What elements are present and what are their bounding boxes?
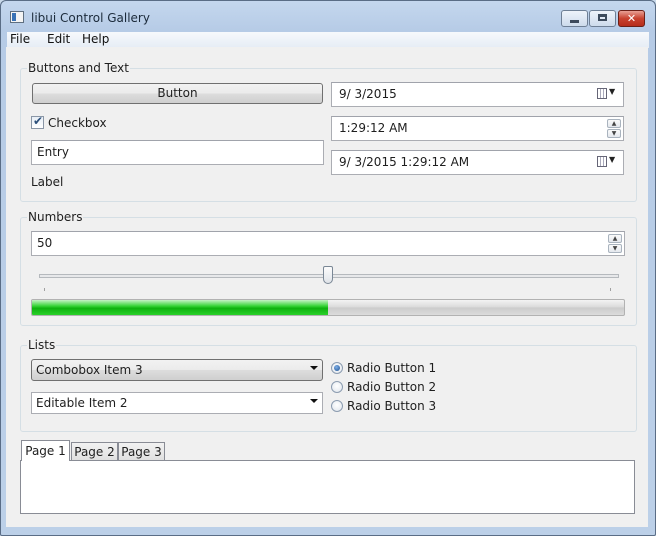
checkbox-label[interactable]: Checkbox <box>48 116 107 130</box>
group-label-lists: Lists <box>27 338 57 352</box>
calendar-icon[interactable] <box>597 156 607 167</box>
radio-button-1[interactable] <box>331 362 343 374</box>
title-bar[interactable]: libui Control Gallery ✕ <box>1 1 655 31</box>
group-label-buttons-and-text: Buttons and Text <box>27 61 130 75</box>
editable-combobox-value: Editable Item 2 <box>36 396 128 410</box>
date-dropdown-icon[interactable]: ▼ <box>609 87 615 96</box>
calendar-icon[interactable] <box>597 88 607 99</box>
static-label: Label <box>31 175 64 189</box>
spin-up-icon[interactable]: ▲ <box>607 119 621 128</box>
time-picker[interactable]: 1:29:12 AM ▲ ▼ <box>331 116 624 141</box>
menu-file[interactable]: File <box>10 32 30 47</box>
progress-bar <box>31 299 625 316</box>
spin-up-icon[interactable]: ▲ <box>608 234 622 243</box>
tab-page-1-label: Page 1 <box>25 444 66 458</box>
slider-thumb[interactable] <box>323 266 333 284</box>
tab-page-2-label: Page 2 <box>74 445 115 459</box>
date-picker[interactable]: 9/ 3/2015 ▼ <box>331 82 624 107</box>
spinbox-value: 50 <box>37 236 53 250</box>
radio-button-3-label[interactable]: Radio Button 3 <box>347 399 436 413</box>
chevron-down-icon[interactable] <box>310 399 318 403</box>
push-button[interactable]: Button <box>32 83 323 104</box>
slider-tick <box>610 288 611 291</box>
group-label-numbers: Numbers <box>27 210 84 224</box>
checkmark-icon: ✔ <box>33 114 44 128</box>
menu-help[interactable]: Help <box>82 32 109 47</box>
datetime-picker-value: 9/ 3/2015 1:29:12 AM <box>339 155 470 169</box>
app-icon <box>10 11 24 23</box>
tab-content-pane <box>20 460 635 514</box>
radio-button-3[interactable] <box>331 400 343 412</box>
entry-field-value: Entry <box>37 145 69 159</box>
progress-bar-fill <box>32 300 328 315</box>
radio-button-1-label[interactable]: Radio Button 1 <box>347 361 436 375</box>
maximize-button[interactable] <box>589 10 616 27</box>
time-picker-value: 1:29:12 AM <box>339 121 408 135</box>
radio-button-2-label[interactable]: Radio Button 2 <box>347 380 436 394</box>
minimize-button[interactable] <box>561 10 588 27</box>
window-title: libui Control Gallery <box>31 11 150 25</box>
entry-field[interactable]: Entry <box>31 140 324 165</box>
spinbox[interactable]: 50 ▲ ▼ <box>31 231 625 256</box>
spin-down-icon[interactable]: ▼ <box>607 129 621 138</box>
combobox-selected: Combobox Item 3 <box>36 363 143 377</box>
tab-page-3[interactable]: Page 3 <box>118 442 165 460</box>
tab-page-1[interactable]: Page 1 <box>21 440 70 461</box>
radio-button-2[interactable] <box>331 381 343 393</box>
menu-edit[interactable]: Edit <box>47 32 70 47</box>
push-button-label: Button <box>157 86 198 100</box>
chevron-down-icon <box>310 366 318 370</box>
spin-down-icon[interactable]: ▼ <box>608 244 622 253</box>
minimize-icon <box>570 20 579 23</box>
slider-tick <box>44 288 45 291</box>
client-area: Buttons and Text Button ✔ Checkbox Entry… <box>6 47 648 527</box>
editable-combobox[interactable]: Editable Item 2 <box>31 392 323 414</box>
checkbox[interactable]: ✔ <box>31 114 44 129</box>
datetime-dropdown-icon[interactable]: ▼ <box>609 155 615 164</box>
date-picker-value: 9/ 3/2015 <box>339 87 397 101</box>
combobox[interactable]: Combobox Item 3 <box>31 359 323 381</box>
close-icon: ✕ <box>626 12 637 25</box>
close-button[interactable]: ✕ <box>618 10 645 27</box>
tab-page-2[interactable]: Page 2 <box>71 442 118 460</box>
menu-bar: File Edit Help <box>7 32 649 48</box>
datetime-picker[interactable]: 9/ 3/2015 1:29:12 AM ▼ <box>331 150 624 175</box>
maximize-icon <box>598 14 607 21</box>
tab-page-3-label: Page 3 <box>121 445 162 459</box>
